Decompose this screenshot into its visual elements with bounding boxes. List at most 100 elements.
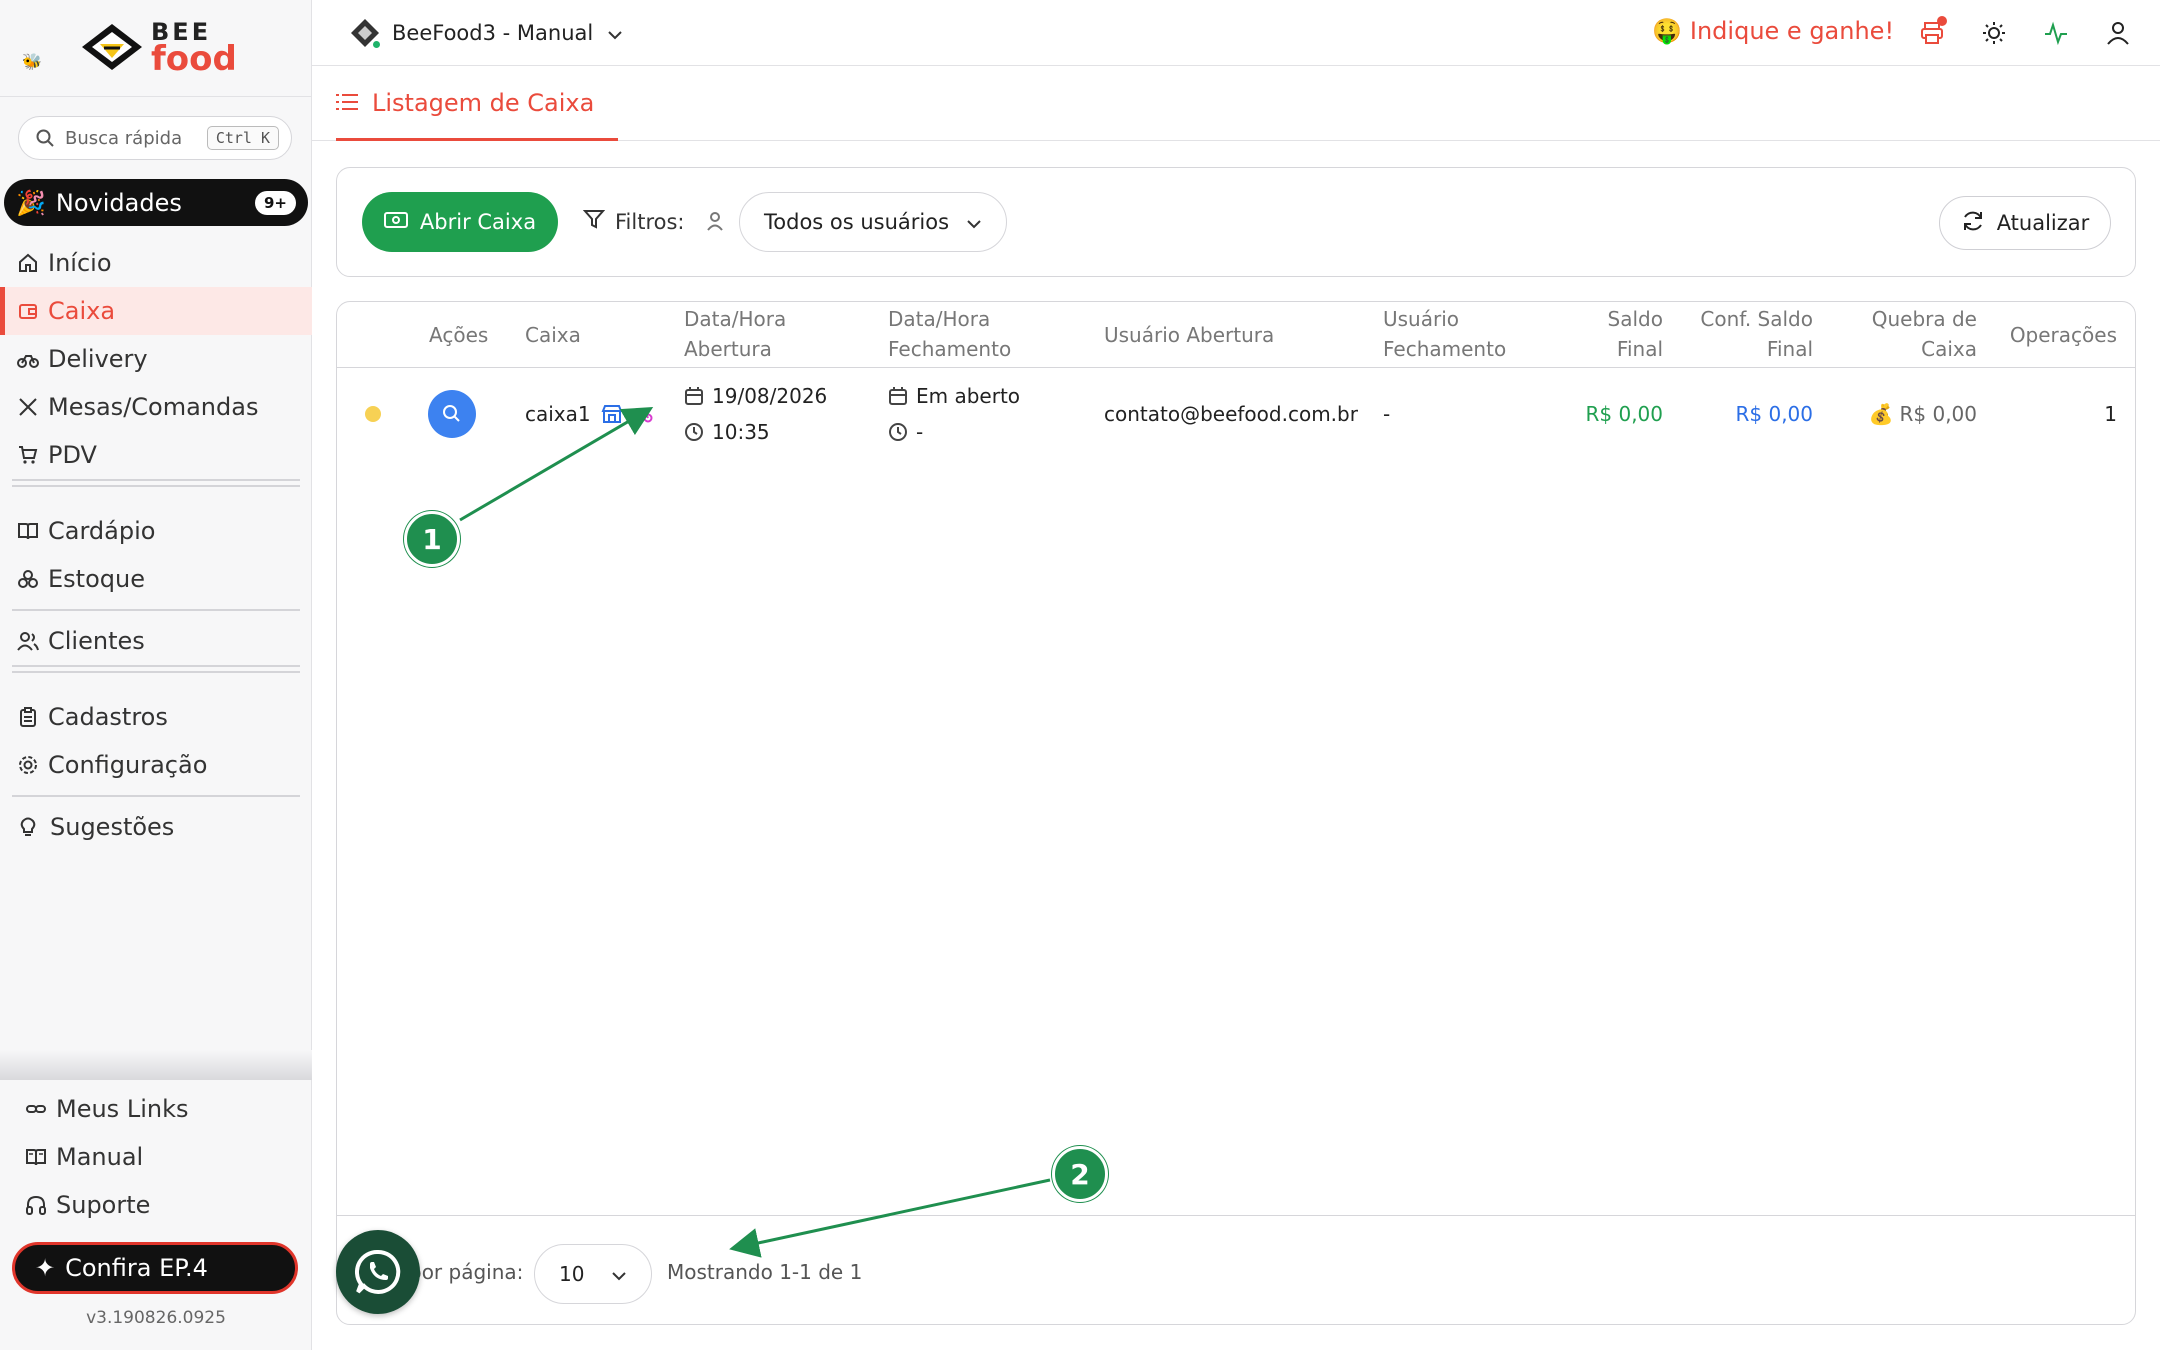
col-conf-line1: Conf. Saldo	[1700, 307, 1813, 331]
col-usuario-fech-line2: Fechamento	[1383, 337, 1507, 361]
col-quebra[interactable]: Quebra de Caixa	[1872, 304, 1977, 364]
divider	[0, 479, 312, 507]
sidebar-item-label: Configuração	[48, 751, 208, 779]
col-conf-saldo[interactable]: Conf. Saldo Final	[1700, 304, 1813, 364]
users-select[interactable]: Todos os usuários	[739, 192, 1007, 252]
col-abertura[interactable]: Data/Hora Abertura	[684, 304, 786, 364]
sidebar-item-delivery[interactable]: Delivery	[0, 335, 312, 383]
store-selector[interactable]: BeeFood3 - Manual	[348, 16, 623, 50]
indique-link[interactable]: 🤑 Indique e ganhe!	[1652, 17, 1894, 45]
col-operacoes[interactable]: Operações	[2010, 320, 2117, 350]
profile-button[interactable]	[2103, 18, 2133, 48]
sidebar-item-clientes[interactable]: Clientes	[0, 617, 312, 665]
sidebar-item-label: Clientes	[48, 627, 145, 655]
novidades-button[interactable]: 🎉 Novidades 9+	[4, 179, 308, 226]
filter-icon	[582, 208, 606, 235]
store-icon	[601, 404, 623, 424]
sidebar-item-configuracao[interactable]: Configuração	[0, 741, 312, 789]
caixa-table: Ações Caixa Data/Hora Abertura Data/Hora…	[336, 301, 2136, 1325]
sidebar-item-cardapio[interactable]: Cardápio	[0, 507, 312, 555]
usuario-fechamento-cell: -	[1383, 402, 1391, 426]
caixa-name: caixa1	[525, 402, 591, 426]
fechamento-date: Em aberto	[916, 384, 1021, 408]
col-fechamento-line2: Fechamento	[888, 337, 1012, 361]
link-icon	[24, 1097, 48, 1121]
abertura-cell: 19/08/2026 10:35	[684, 378, 827, 450]
tab-listagem-caixa[interactable]: Listagem de Caixa	[336, 67, 619, 141]
col-caixa[interactable]: Caixa	[525, 320, 581, 350]
confira-button[interactable]: ✦ Confira EP.4	[12, 1242, 298, 1294]
confira-label: Confira EP.4	[65, 1254, 208, 1282]
user-icon	[2107, 22, 2129, 45]
user-filter-icon	[705, 210, 725, 236]
sidebar-bottom-nav: Meus Links Manual Suporte	[0, 1085, 312, 1229]
col-fechamento[interactable]: Data/Hora Fechamento	[888, 304, 1011, 364]
abrir-caixa-button[interactable]: Abrir Caixa	[362, 192, 558, 252]
col-acoes[interactable]: Ações	[429, 320, 488, 350]
view-caixa-button[interactable]	[428, 390, 476, 438]
col-saldo-line2: Final	[1616, 337, 1663, 361]
quick-search[interactable]: Ctrl K	[18, 116, 292, 160]
home-icon	[16, 251, 40, 275]
activity-button[interactable]	[2041, 18, 2071, 48]
quebra-caixa-cell: 💰 R$ 0,00	[1869, 396, 1977, 432]
online-status-icon	[371, 39, 382, 50]
sidebar-item-label: Meus Links	[56, 1095, 189, 1123]
abertura-date: 19/08/2026	[712, 384, 828, 408]
sidebar-item-label: Delivery	[48, 345, 148, 373]
per-page-value: 10	[559, 1262, 585, 1286]
cart-icon	[16, 443, 40, 467]
sidebar-item-caixa[interactable]: Caixa	[0, 287, 312, 335]
atualizar-button[interactable]: Atualizar	[1939, 196, 2111, 250]
sidebar-item-label: Mesas/Comandas	[48, 393, 259, 421]
col-usuario-abertura[interactable]: Usuário Abertura	[1104, 320, 1274, 350]
search-input[interactable]	[65, 127, 205, 149]
fechamento-time: -	[916, 420, 924, 444]
sidebar-item-manual[interactable]: Manual	[0, 1133, 312, 1181]
divider	[0, 603, 312, 617]
clock-icon	[888, 422, 908, 442]
sidebar-item-sugestoes[interactable]: Sugestões	[0, 803, 312, 851]
quebra-value: R$ 0,00	[1899, 402, 1977, 426]
logo-area: 🐝 BEE food	[0, 0, 311, 97]
top-icons	[1917, 16, 2133, 48]
sidebar: 🐝 BEE food Ctrl K 🎉 Novidades 9+ Início …	[0, 0, 312, 1350]
page-title: Listagem de Caixa	[372, 88, 595, 117]
utensils-icon	[16, 395, 40, 419]
theme-toggle-button[interactable]	[1979, 18, 2009, 48]
abrir-caixa-label: Abrir Caixa	[419, 210, 537, 234]
bee-icon: 🐝	[22, 52, 42, 71]
col-saldo-final[interactable]: Saldo Final	[1608, 304, 1663, 364]
sidebar-item-inicio[interactable]: Início	[0, 239, 312, 287]
users-select-value: Todos os usuários	[764, 210, 950, 234]
filters-label: Filtros:	[582, 208, 685, 235]
annotation-marker-2: 2	[1052, 1146, 1108, 1202]
status-indicator	[365, 406, 381, 422]
sidebar-item-pdv[interactable]: PDV	[0, 431, 312, 479]
sidebar-item-estoque[interactable]: Estoque	[0, 555, 312, 603]
chevron-down-icon	[607, 21, 623, 45]
filtros-text: Filtros:	[615, 209, 685, 234]
col-conf-line2: Final	[1766, 337, 1813, 361]
chevron-down-icon	[611, 1262, 627, 1286]
cash-register-icon	[383, 210, 408, 234]
sidebar-item-meus-links[interactable]: Meus Links	[0, 1085, 312, 1133]
per-page-select[interactable]: 10	[534, 1244, 652, 1304]
table-footer: por página: 10 Mostrando 1-1 de 1	[337, 1215, 2135, 1324]
sidebar-item-label: Caixa	[48, 297, 116, 325]
whatsapp-button[interactable]	[336, 1230, 420, 1314]
sidebar-item-label: Cardápio	[48, 517, 156, 545]
sidebar-item-label: Estoque	[48, 565, 145, 593]
sidebar-item-cadastros[interactable]: Cadastros	[0, 693, 312, 741]
col-usuario-fechamento[interactable]: Usuário Fechamento	[1383, 304, 1506, 364]
wallet-icon	[16, 299, 40, 323]
refresh-icon	[1961, 209, 1985, 238]
boxes-icon	[16, 567, 40, 591]
sidebar-item-mesas[interactable]: Mesas/Comandas	[0, 383, 312, 431]
sidebar-item-label: Cadastros	[48, 703, 168, 731]
annotation-marker-1: 1	[404, 511, 460, 567]
sidebar-item-suporte[interactable]: Suporte	[0, 1181, 312, 1229]
sidebar-item-label: Manual	[56, 1143, 144, 1171]
printer-button[interactable]	[1917, 16, 1947, 48]
search-icon	[443, 405, 460, 422]
